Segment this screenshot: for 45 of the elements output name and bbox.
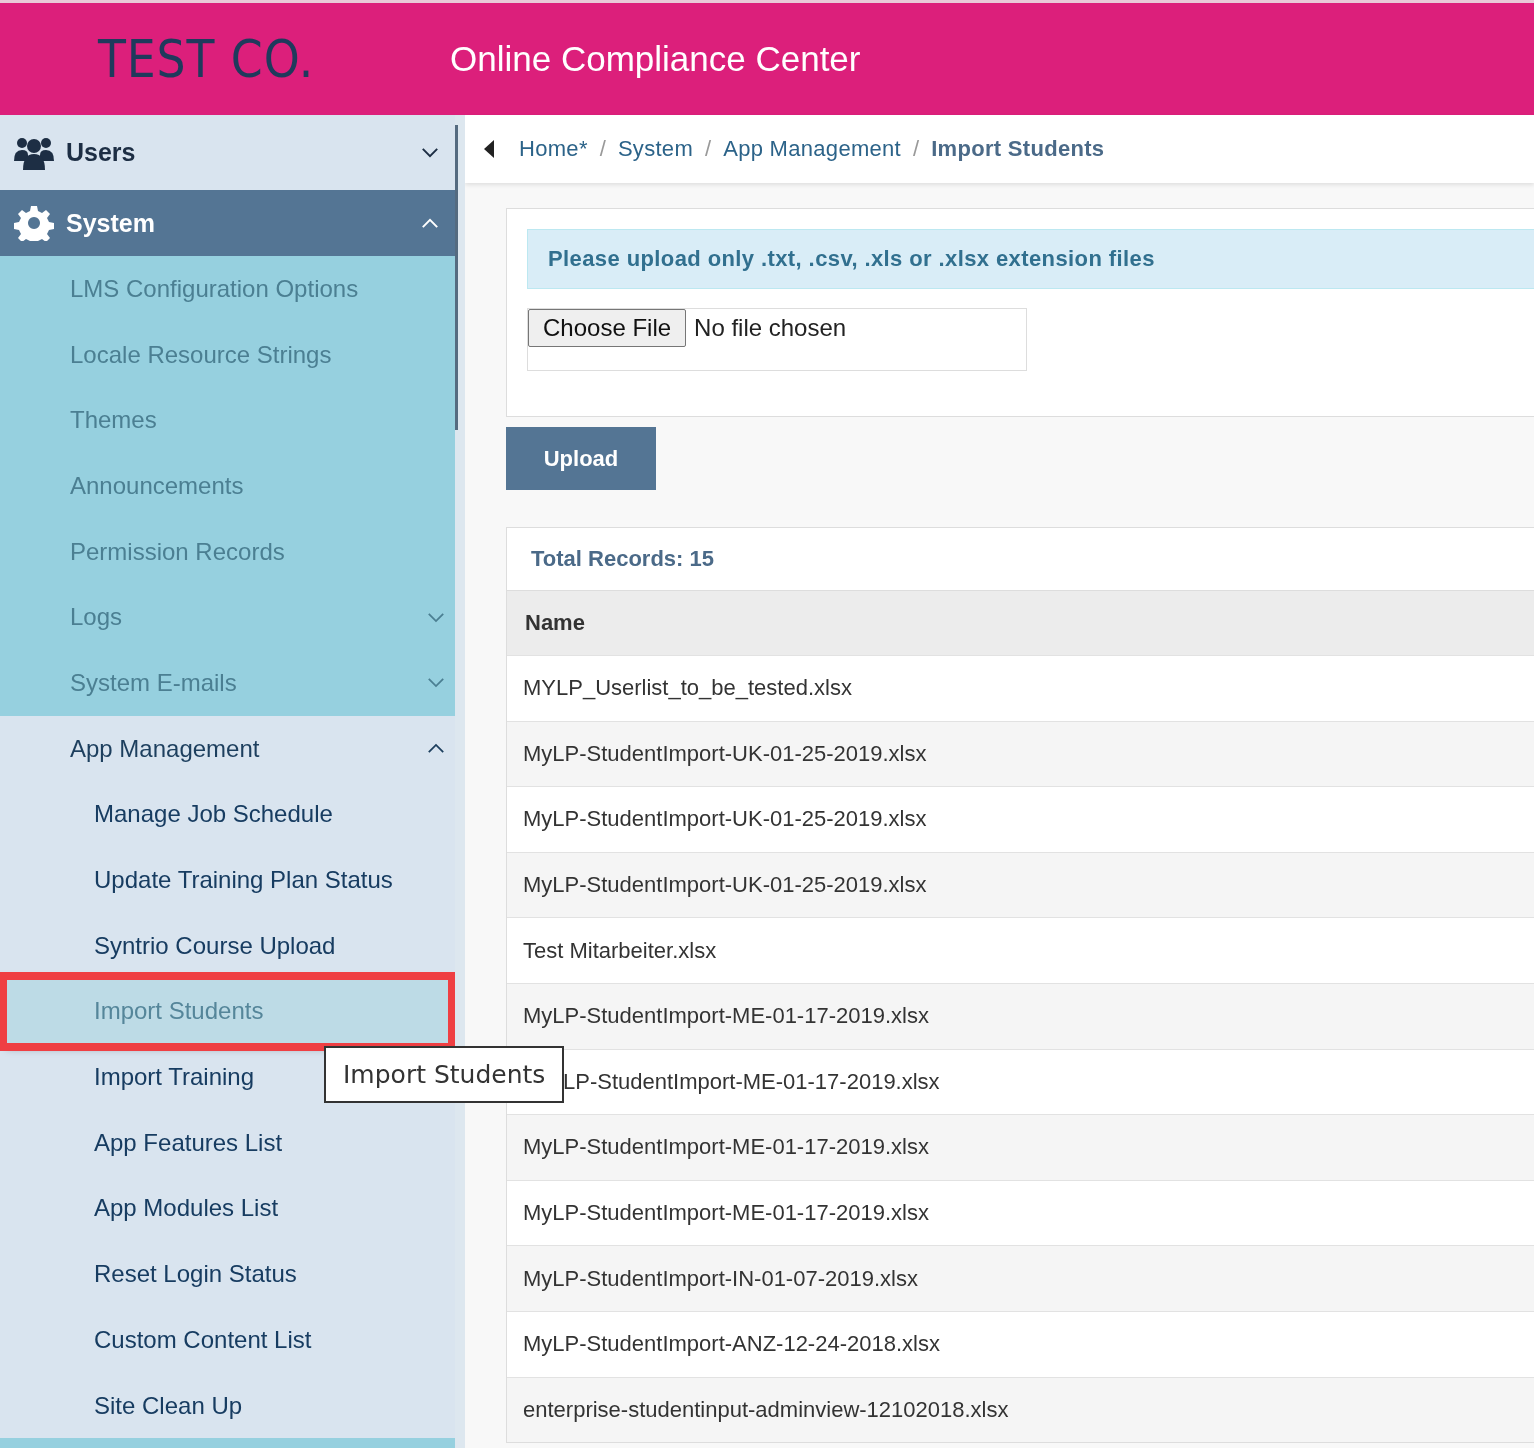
- table-cell: enterprise-studentinput-adminview-12102018.xlsx: [523, 1396, 1009, 1423]
- file-input[interactable]: Choose File No file chosen: [527, 308, 1027, 371]
- sidebar-subitem[interactable]: Custom Content List: [0, 1307, 455, 1373]
- chevron-icon: [421, 217, 439, 229]
- chevron-icon: [427, 611, 445, 623]
- sidebar-subitem[interactable]: Reset Login Status: [0, 1241, 455, 1307]
- tooltip: Import Students: [324, 1046, 565, 1103]
- breadcrumb-link[interactable]: System: [617, 136, 694, 162]
- table-cell: MyLP-StudentImport-UK-01-25-2019.xlsx: [523, 740, 927, 767]
- settings-icon: [14, 205, 54, 241]
- chevron-icon: [421, 147, 439, 158]
- file-status: No file chosen: [693, 313, 847, 342]
- table-cell: MyLP-StudentImport-UK-01-25-2019.xlsx: [523, 872, 927, 899]
- table-cell: MyLP-StudentImport-ME-01-17-2019.xlsx: [523, 1003, 929, 1030]
- sidebar-subitem[interactable]: App Features List: [0, 1109, 455, 1176]
- sidebar-subitem[interactable]: Manage Job Schedule: [0, 781, 455, 848]
- notice-alert: Please upload only .txt, .csv, .xls or .xlsx extension files: [527, 229, 1534, 289]
- upload-button[interactable]: Upload: [506, 427, 656, 490]
- logo: TEST CO.: [98, 29, 316, 89]
- sidebar-section[interactable]: Users: [0, 115, 455, 190]
- table-cell: Test Mitarbeiter.xlsx: [523, 937, 717, 964]
- table-cell: MyLP-StudentImport-IN-01-07-2019.xlsx: [523, 1265, 918, 1292]
- chevron-icon: [427, 743, 445, 755]
- table-cell: MYLP_Userlist_to_be_tested.xlsx: [523, 675, 852, 702]
- table-cell: MyLP-StudentImport-ME-01-17-2019.xlsx: [523, 1200, 929, 1227]
- breadcrumb-link[interactable]: App Management: [723, 136, 902, 162]
- chevron-icon: [427, 677, 445, 689]
- breadcrumb-separator: /: [705, 136, 712, 162]
- breadcrumb-link[interactable]: Home*: [519, 136, 588, 162]
- sidebar-subitem[interactable]: Site Clean Up: [0, 1372, 455, 1439]
- sidebar-subitem[interactable]: Update Training Plan Status: [0, 847, 455, 913]
- app-title: Online Compliance Center: [450, 39, 861, 79]
- sidebar-section[interactable]: System: [0, 190, 455, 256]
- sidebar-subitem[interactable]: Syntrio Course Upload: [0, 912, 455, 979]
- sidebar-subitem[interactable]: App Modules List: [0, 1175, 455, 1242]
- table-cell: MyLP-StudentImport-ANZ-12-24-2018.xlsx: [523, 1331, 940, 1358]
- column-header: Name: [525, 610, 585, 636]
- table-cell: MyLP-StudentImport-ME-01-17-2019.xlsx: [523, 1134, 929, 1161]
- back-icon[interactable]: [483, 139, 495, 159]
- choose-file-button[interactable]: Choose File: [528, 309, 687, 347]
- table-cell: LP-StudentImport-ME-01-17-2019.xlsx: [563, 1068, 940, 1095]
- breadcrumb-separator: /: [599, 136, 606, 162]
- breadcrumb-separator: /: [913, 136, 920, 162]
- table-cell: MyLP-StudentImport-UK-01-25-2019.xlsx: [523, 806, 927, 833]
- total-records: Total Records: 15: [530, 545, 715, 573]
